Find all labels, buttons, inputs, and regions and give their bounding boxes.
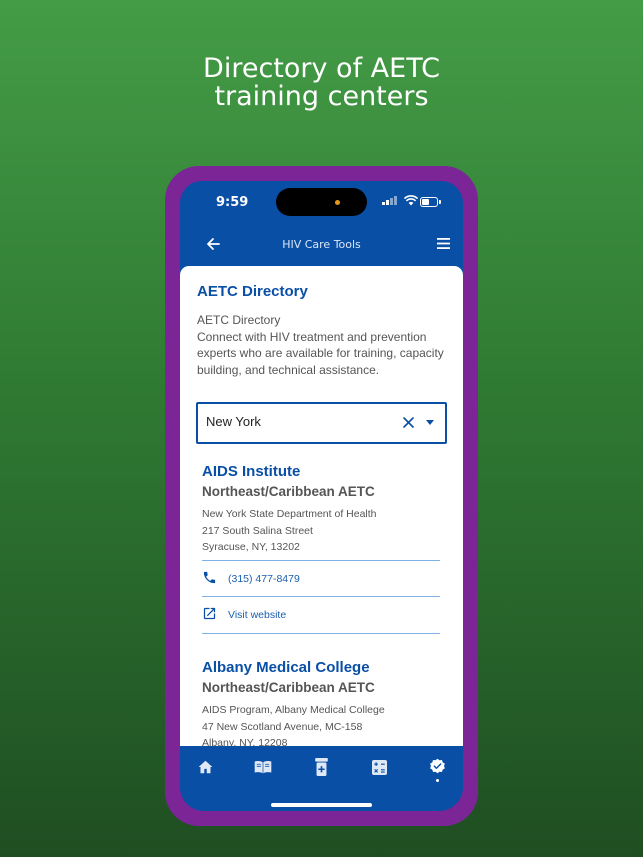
home-indicator[interactable] — [271, 803, 372, 807]
divider — [202, 633, 440, 634]
page-subtitle: AETC Directory — [197, 313, 281, 327]
location-select[interactable]: New York — [196, 402, 447, 444]
phone-icon — [203, 571, 216, 584]
divider — [202, 560, 440, 561]
address-line: 47 New Scotland Avenue, MC-158 — [202, 720, 363, 733]
headline-line-2: training centers — [214, 81, 429, 112]
phone-screen: 9:59 HIV Care Tools AETC Directory AETC … — [180, 181, 463, 811]
address-line: 217 South Salina Street — [202, 524, 313, 537]
page-description-block: AETC Directory Connect with HIV treatmen… — [197, 312, 447, 378]
dynamic-island — [276, 188, 367, 216]
wifi-icon — [404, 195, 418, 206]
page-description: Connect with HIV treatment and preventio… — [197, 329, 444, 377]
page-title: AETC Directory — [197, 283, 308, 300]
external-link-icon — [203, 607, 216, 620]
promo-headline: Directory of AETC training centers — [0, 55, 643, 111]
bottom-nav — [180, 746, 463, 811]
status-time: 9:59 — [216, 195, 249, 210]
center-address: AIDS Program, Albany Medical College 47 … — [202, 702, 442, 746]
chevron-down-icon[interactable] — [426, 420, 434, 425]
center-region: Northeast/Caribbean AETC — [202, 484, 375, 499]
center-region: Northeast/Caribbean AETC — [202, 680, 375, 695]
website-label: Visit website — [228, 609, 287, 621]
list-item: Albany Medical College Northeast/Caribbe… — [202, 659, 442, 746]
hamburger-menu-icon[interactable] — [437, 238, 450, 249]
status-icons — [382, 194, 442, 208]
center-name[interactable]: Albany Medical College — [202, 659, 370, 676]
clear-icon[interactable] — [403, 417, 414, 428]
website-link[interactable]: Visit website — [202, 606, 440, 626]
book-icon[interactable] — [254, 760, 272, 774]
phone-number: (315) 477-8479 — [228, 573, 300, 585]
calculator-icon[interactable] — [372, 760, 387, 775]
home-icon[interactable] — [198, 760, 213, 774]
address-line: Syracuse, NY, 13202 — [202, 541, 300, 553]
divider — [202, 596, 440, 597]
center-address: New York State Department of Health 217 … — [202, 506, 442, 556]
location-select-value: New York — [206, 414, 261, 429]
medication-icon[interactable] — [315, 758, 328, 776]
address-line: Albany, NY, 12208 — [202, 737, 288, 746]
active-indicator-dot — [436, 779, 439, 782]
app-title: HIV Care Tools — [282, 238, 361, 251]
center-name[interactable]: AIDS Institute — [202, 463, 300, 480]
list-item: AIDS Institute Northeast/Caribbean AETC … — [202, 463, 442, 643]
battery-icon — [420, 197, 441, 207]
address-line: AIDS Program, Albany Medical College — [202, 704, 385, 716]
verified-badge-icon[interactable] — [429, 758, 446, 775]
headline-line-1: Directory of AETC — [203, 53, 440, 84]
app-bar: HIV Care Tools — [180, 227, 463, 263]
address-line: New York State Department of Health — [202, 508, 377, 520]
phone-link[interactable]: (315) 477-8479 — [202, 570, 440, 590]
content-card: AETC Directory AETC Directory Connect wi… — [180, 266, 463, 746]
